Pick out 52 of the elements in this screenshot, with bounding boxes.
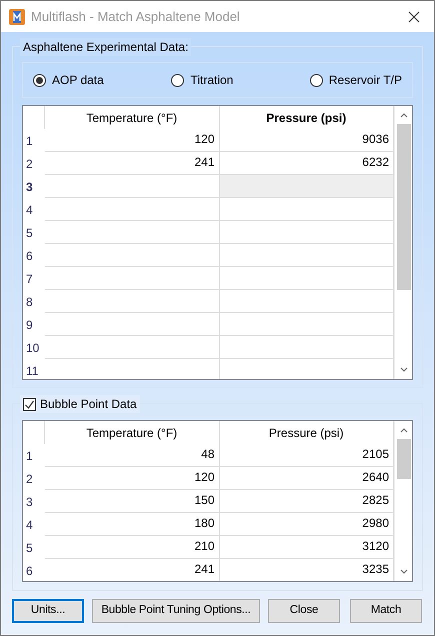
- table-cell[interactable]: 241: [45, 559, 220, 581]
- table-cell[interactable]: [45, 267, 220, 290]
- row-number: 3: [25, 494, 34, 511]
- row-number: 2: [25, 156, 34, 173]
- table-cell[interactable]: [220, 175, 394, 198]
- table-cell[interactable]: 210: [45, 536, 220, 559]
- table-cell[interactable]: 120: [45, 129, 220, 152]
- column-header[interactable]: Temperature (°F): [45, 421, 220, 444]
- dialog-button[interactable]: Close: [268, 599, 340, 623]
- group-label: Asphaltene Experimental Data:: [23, 39, 188, 56]
- table-cell[interactable]: [45, 221, 220, 244]
- row-number: 8: [25, 294, 34, 311]
- row-number: 6: [25, 248, 34, 265]
- dialog-button[interactable]: Bubble Point Tuning Options...: [92, 599, 260, 623]
- table-cell[interactable]: 120: [45, 467, 220, 490]
- scrollbar[interactable]: [394, 106, 412, 379]
- table-cell[interactable]: [45, 336, 220, 359]
- radio-option[interactable]: Reservoir T/P: [310, 71, 402, 89]
- row-number: 2: [25, 471, 34, 488]
- row-number: 1: [25, 133, 34, 150]
- table-cell[interactable]: [45, 175, 220, 198]
- table-cell[interactable]: 48: [45, 444, 220, 467]
- table-cell[interactable]: 150: [45, 490, 220, 513]
- row-number: 4: [25, 517, 34, 534]
- row-number: 7: [25, 271, 34, 288]
- scrollbar[interactable]: [394, 421, 412, 581]
- row-number: 1: [25, 448, 34, 465]
- row-number: 6: [25, 563, 34, 580]
- table-cell[interactable]: 241: [45, 152, 220, 175]
- table-cell[interactable]: [45, 290, 220, 313]
- column-header[interactable]: Temperature (°F): [45, 106, 220, 129]
- radio-option[interactable]: AOP data: [33, 71, 172, 89]
- scroll-thumb[interactable]: [396, 124, 410, 290]
- table-cell[interactable]: 180: [45, 513, 220, 536]
- row-number: 9: [25, 317, 34, 334]
- app-icon: [9, 8, 25, 24]
- window-title: Multiflash - Match Asphaltene Model: [31, 8, 240, 26]
- row-number: 5: [25, 540, 34, 557]
- checkbox[interactable]: [23, 398, 36, 410]
- row-number: 11: [25, 363, 40, 379]
- row-number: 3: [25, 179, 34, 196]
- scroll-thumb[interactable]: [396, 439, 410, 479]
- close-icon[interactable]: [408, 11, 420, 24]
- radio-option[interactable]: Titration: [171, 71, 310, 89]
- table-cell[interactable]: [45, 244, 220, 267]
- row-number: 10: [25, 340, 40, 357]
- table-cell[interactable]: [45, 198, 220, 221]
- dialog-button[interactable]: Match: [350, 599, 422, 623]
- row-number: 4: [25, 202, 34, 219]
- dialog-button[interactable]: Units...: [12, 599, 84, 623]
- row-number: 5: [25, 225, 34, 242]
- table-cell[interactable]: [45, 313, 220, 336]
